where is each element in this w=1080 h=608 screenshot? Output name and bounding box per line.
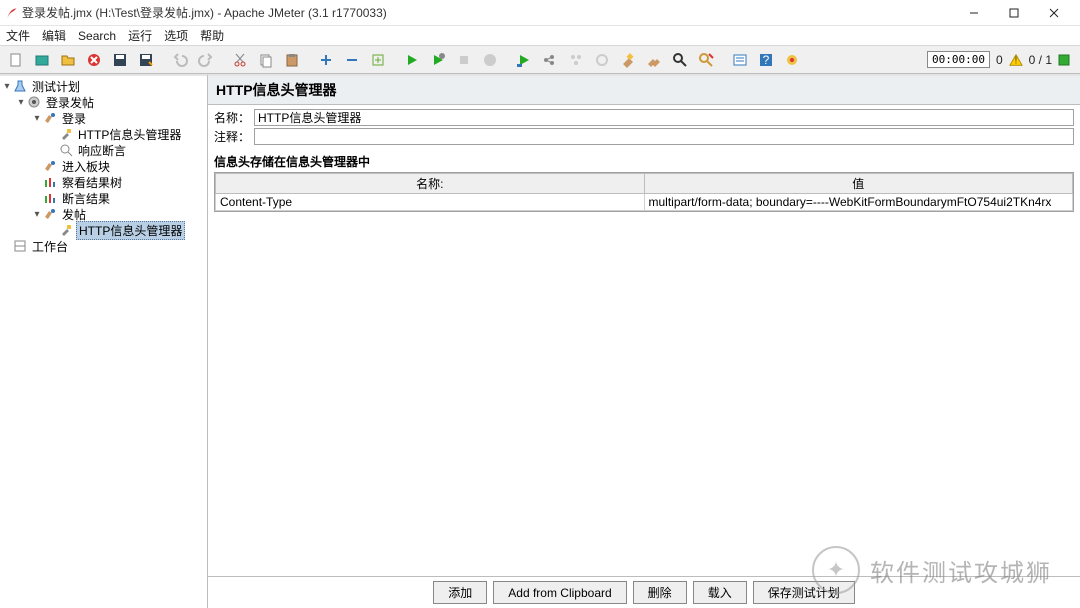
listener-icon xyxy=(42,174,58,190)
tree-enter-section[interactable]: 进入板块 xyxy=(60,158,112,175)
tree-thread-group[interactable]: 登录发帖 xyxy=(44,94,96,111)
thread-group-icon xyxy=(26,94,42,110)
tree-login[interactable]: 登录 xyxy=(60,110,88,127)
redo-icon[interactable] xyxy=(194,48,218,72)
element-editor: HTTP信息头管理器 名称： 注释： 信息头存储在信息头管理器中 名称: 值 C… xyxy=(208,74,1080,608)
workbench-icon xyxy=(12,238,28,254)
cell-value[interactable]: multipart/form-data; boundary=----WebKit… xyxy=(644,194,1073,211)
headers-table[interactable]: 名称: 值 Content-Type multipart/form-data; … xyxy=(215,173,1073,211)
col-value[interactable]: 值 xyxy=(644,174,1073,194)
col-name[interactable]: 名称: xyxy=(216,174,645,194)
table-row[interactable]: Content-Type multipart/form-data; bounda… xyxy=(216,194,1073,211)
toolbar: ? 00:00:00 0 ! 0 / 1 xyxy=(0,46,1080,74)
maximize-button[interactable] xyxy=(994,2,1034,24)
tree-response-assert[interactable]: 响应断言 xyxy=(76,142,128,159)
search-icon[interactable] xyxy=(668,48,692,72)
tree-assertion-results[interactable]: 断言结果 xyxy=(60,190,112,207)
watermark: ✦ 软件测试攻城狮 xyxy=(812,546,1052,594)
svg-text:?: ? xyxy=(763,53,770,67)
function-helper-icon[interactable] xyxy=(728,48,752,72)
warning-icon: ! xyxy=(1009,53,1023,67)
cell-name[interactable]: Content-Type xyxy=(216,194,645,211)
listener-icon xyxy=(42,190,58,206)
save-icon[interactable] xyxy=(108,48,132,72)
elapsed-timer: 00:00:00 xyxy=(927,51,990,68)
cut-icon[interactable] xyxy=(228,48,252,72)
clear-icon[interactable] xyxy=(616,48,640,72)
assertion-icon xyxy=(58,142,74,158)
tree-view-results[interactable]: 察看结果树 xyxy=(60,174,124,191)
beaker-icon xyxy=(12,78,28,94)
menubar: 文件 编辑 Search 运行 选项 帮助 xyxy=(0,26,1080,46)
add-button[interactable]: 添加 xyxy=(433,581,487,604)
window-titlebar: 登录发帖.jmx (H:\Test\登录发帖.jmx) - Apache JMe… xyxy=(0,0,1080,26)
name-label: 名称： xyxy=(214,109,250,126)
watermark-text: 软件测试攻城狮 xyxy=(870,553,1052,588)
panel-title: HTTP信息头管理器 xyxy=(208,76,1080,105)
paste-icon[interactable] xyxy=(280,48,304,72)
tree-workbench[interactable]: 工作台 xyxy=(30,238,70,255)
shutdown-icon[interactable] xyxy=(478,48,502,72)
clear-all-icon[interactable] xyxy=(642,48,666,72)
name-input[interactable] xyxy=(254,109,1074,126)
toggle-icon[interactable] xyxy=(366,48,390,72)
menu-options[interactable]: 选项 xyxy=(164,27,188,44)
comment-input[interactable] xyxy=(254,128,1074,145)
window-title: 登录发帖.jmx (H:\Test\登录发帖.jmx) - Apache JMe… xyxy=(22,4,954,21)
menu-help[interactable]: 帮助 xyxy=(200,27,224,44)
svg-text:!: ! xyxy=(1014,54,1017,66)
save-as-icon[interactable] xyxy=(134,48,158,72)
thread-count: 0 / 1 xyxy=(1029,53,1052,67)
remote-start-all-icon[interactable] xyxy=(538,48,562,72)
sampler-icon xyxy=(42,110,58,126)
options-icon[interactable] xyxy=(780,48,804,72)
sampler-icon xyxy=(42,158,58,174)
start-icon[interactable] xyxy=(400,48,424,72)
config-icon xyxy=(58,126,74,142)
test-plan-tree[interactable]: ▾测试计划 ▾登录发帖 ▾登录 HTTP信息头管理器 响应断言 进入板块 察看结… xyxy=(0,74,208,608)
help-icon[interactable]: ? xyxy=(754,48,778,72)
comment-label: 注释： xyxy=(214,128,250,145)
templates-icon[interactable] xyxy=(30,48,54,72)
config-icon xyxy=(58,222,74,238)
expand-icon[interactable] xyxy=(314,48,338,72)
close-icon[interactable] xyxy=(82,48,106,72)
headers-group-label: 信息头存储在信息头管理器中 xyxy=(214,153,1080,170)
remote-shutdown-icon[interactable] xyxy=(590,48,614,72)
load-button[interactable]: 载入 xyxy=(693,581,747,604)
new-icon[interactable] xyxy=(4,48,28,72)
wechat-icon: ✦ xyxy=(812,546,860,594)
delete-button[interactable]: 删除 xyxy=(633,581,687,604)
sampler-icon xyxy=(42,206,58,222)
remote-stop-icon[interactable] xyxy=(564,48,588,72)
thread-status-icon xyxy=(1058,54,1070,66)
undo-icon[interactable] xyxy=(168,48,192,72)
add-from-clipboard-button[interactable]: Add from Clipboard xyxy=(493,581,626,604)
reset-search-icon[interactable] xyxy=(694,48,718,72)
app-icon xyxy=(6,6,18,20)
menu-edit[interactable]: 编辑 xyxy=(42,27,66,44)
menu-run[interactable]: 运行 xyxy=(128,27,152,44)
collapse-icon[interactable] xyxy=(340,48,364,72)
tree-header-mgr2[interactable]: HTTP信息头管理器 xyxy=(76,221,185,240)
tree-root[interactable]: 测试计划 xyxy=(30,78,82,95)
copy-icon[interactable] xyxy=(254,48,278,72)
start-no-timers-icon[interactable] xyxy=(426,48,450,72)
stop-icon[interactable] xyxy=(452,48,476,72)
open-icon[interactable] xyxy=(56,48,80,72)
tree-header-mgr1[interactable]: HTTP信息头管理器 xyxy=(76,126,183,143)
menu-file[interactable]: 文件 xyxy=(6,27,30,44)
warning-count: 0 xyxy=(996,53,1003,67)
minimize-button[interactable] xyxy=(954,2,994,24)
remote-start-icon[interactable] xyxy=(512,48,536,72)
close-button[interactable] xyxy=(1034,2,1074,24)
menu-search[interactable]: Search xyxy=(78,29,116,43)
